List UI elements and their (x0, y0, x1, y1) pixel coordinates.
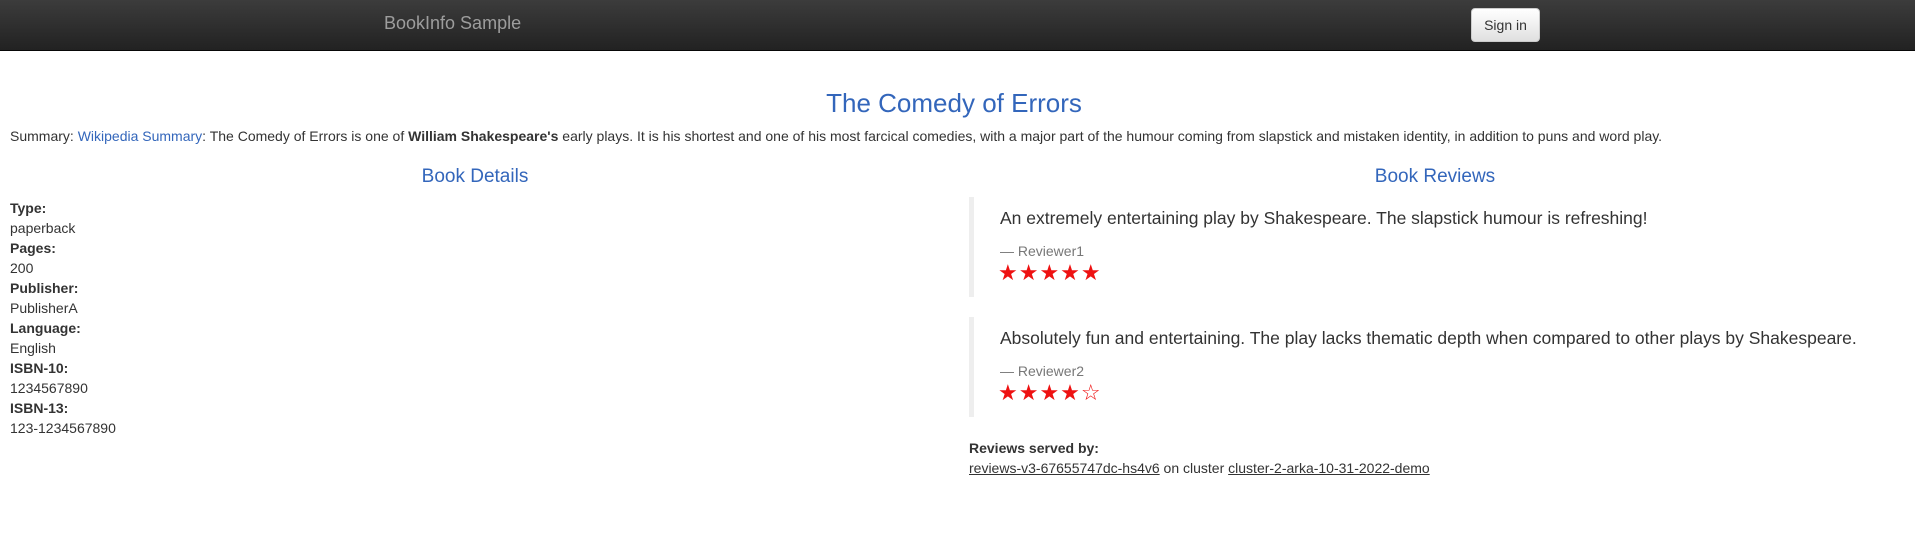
book-title: The Comedy of Errors (826, 88, 1082, 118)
book-reviews-heading: Book Reviews (1374, 166, 1496, 187)
pod-link[interactable]: reviews-v3-67655747dc-hs4v6 (969, 460, 1160, 476)
wikipedia-summary-link[interactable]: Wikipedia Summary (78, 128, 202, 144)
summary-mid: : The Comedy of Errors is one of (202, 128, 409, 144)
on-cluster-text: on cluster (1159, 460, 1229, 476)
detail-label-isbn10: ISBN-10: (10, 360, 69, 376)
summary-author: William Shakespeare's (408, 128, 559, 144)
reviewer-name: — Reviewer2 (1000, 363, 1085, 379)
top-navbar: BookInfo Sample Sign in (0, 0, 1915, 51)
star-rating: ★★★★★ (998, 260, 1102, 285)
detail-label-language: Language: (10, 320, 81, 336)
review-1: An extremely entertaining play by Shakes… (969, 197, 1889, 297)
review-text: Absolutely fun and entertaining. The pla… (1000, 328, 1857, 348)
star-rating: ★★★★☆ (998, 380, 1102, 405)
review-text: An extremely entertaining play by Shakes… (1000, 208, 1648, 228)
served-by-label: Reviews served by: (969, 440, 1099, 456)
book-details-list: Type: paperback Pages: 200 Publisher: Pu… (10, 198, 116, 438)
detail-value-isbn13: 123-1234567890 (10, 420, 116, 436)
brand-link[interactable]: BookInfo Sample (384, 13, 521, 34)
reviews-served-by: Reviews served by: reviews-v3-67655747dc… (969, 438, 1430, 478)
detail-label-isbn13: ISBN-13: (10, 400, 69, 416)
detail-value-publisher: PublisherA (10, 300, 78, 316)
book-details-heading: Book Details (421, 166, 529, 187)
detail-value-isbn10: 1234567890 (10, 380, 88, 396)
cluster-link[interactable]: cluster-2-arka-10-31-2022-demo (1228, 460, 1430, 476)
detail-label-pages: Pages: (10, 240, 56, 256)
reviewer-name: — Reviewer1 (1000, 243, 1085, 259)
detail-label-type: Type: (10, 200, 47, 216)
review-2: Absolutely fun and entertaining. The pla… (969, 317, 1889, 417)
detail-value-language: English (10, 340, 56, 356)
summary-rest: early plays. It is his shortest and one … (558, 128, 1663, 144)
summary-prefix: Summary: (10, 128, 78, 144)
detail-value-pages: 200 (10, 260, 34, 276)
detail-value-type: paperback (10, 220, 76, 236)
book-summary: Summary: Wikipedia Summary: The Comedy o… (10, 128, 1662, 144)
sign-in-button[interactable]: Sign in (1471, 8, 1540, 42)
detail-label-publisher: Publisher: (10, 280, 79, 296)
